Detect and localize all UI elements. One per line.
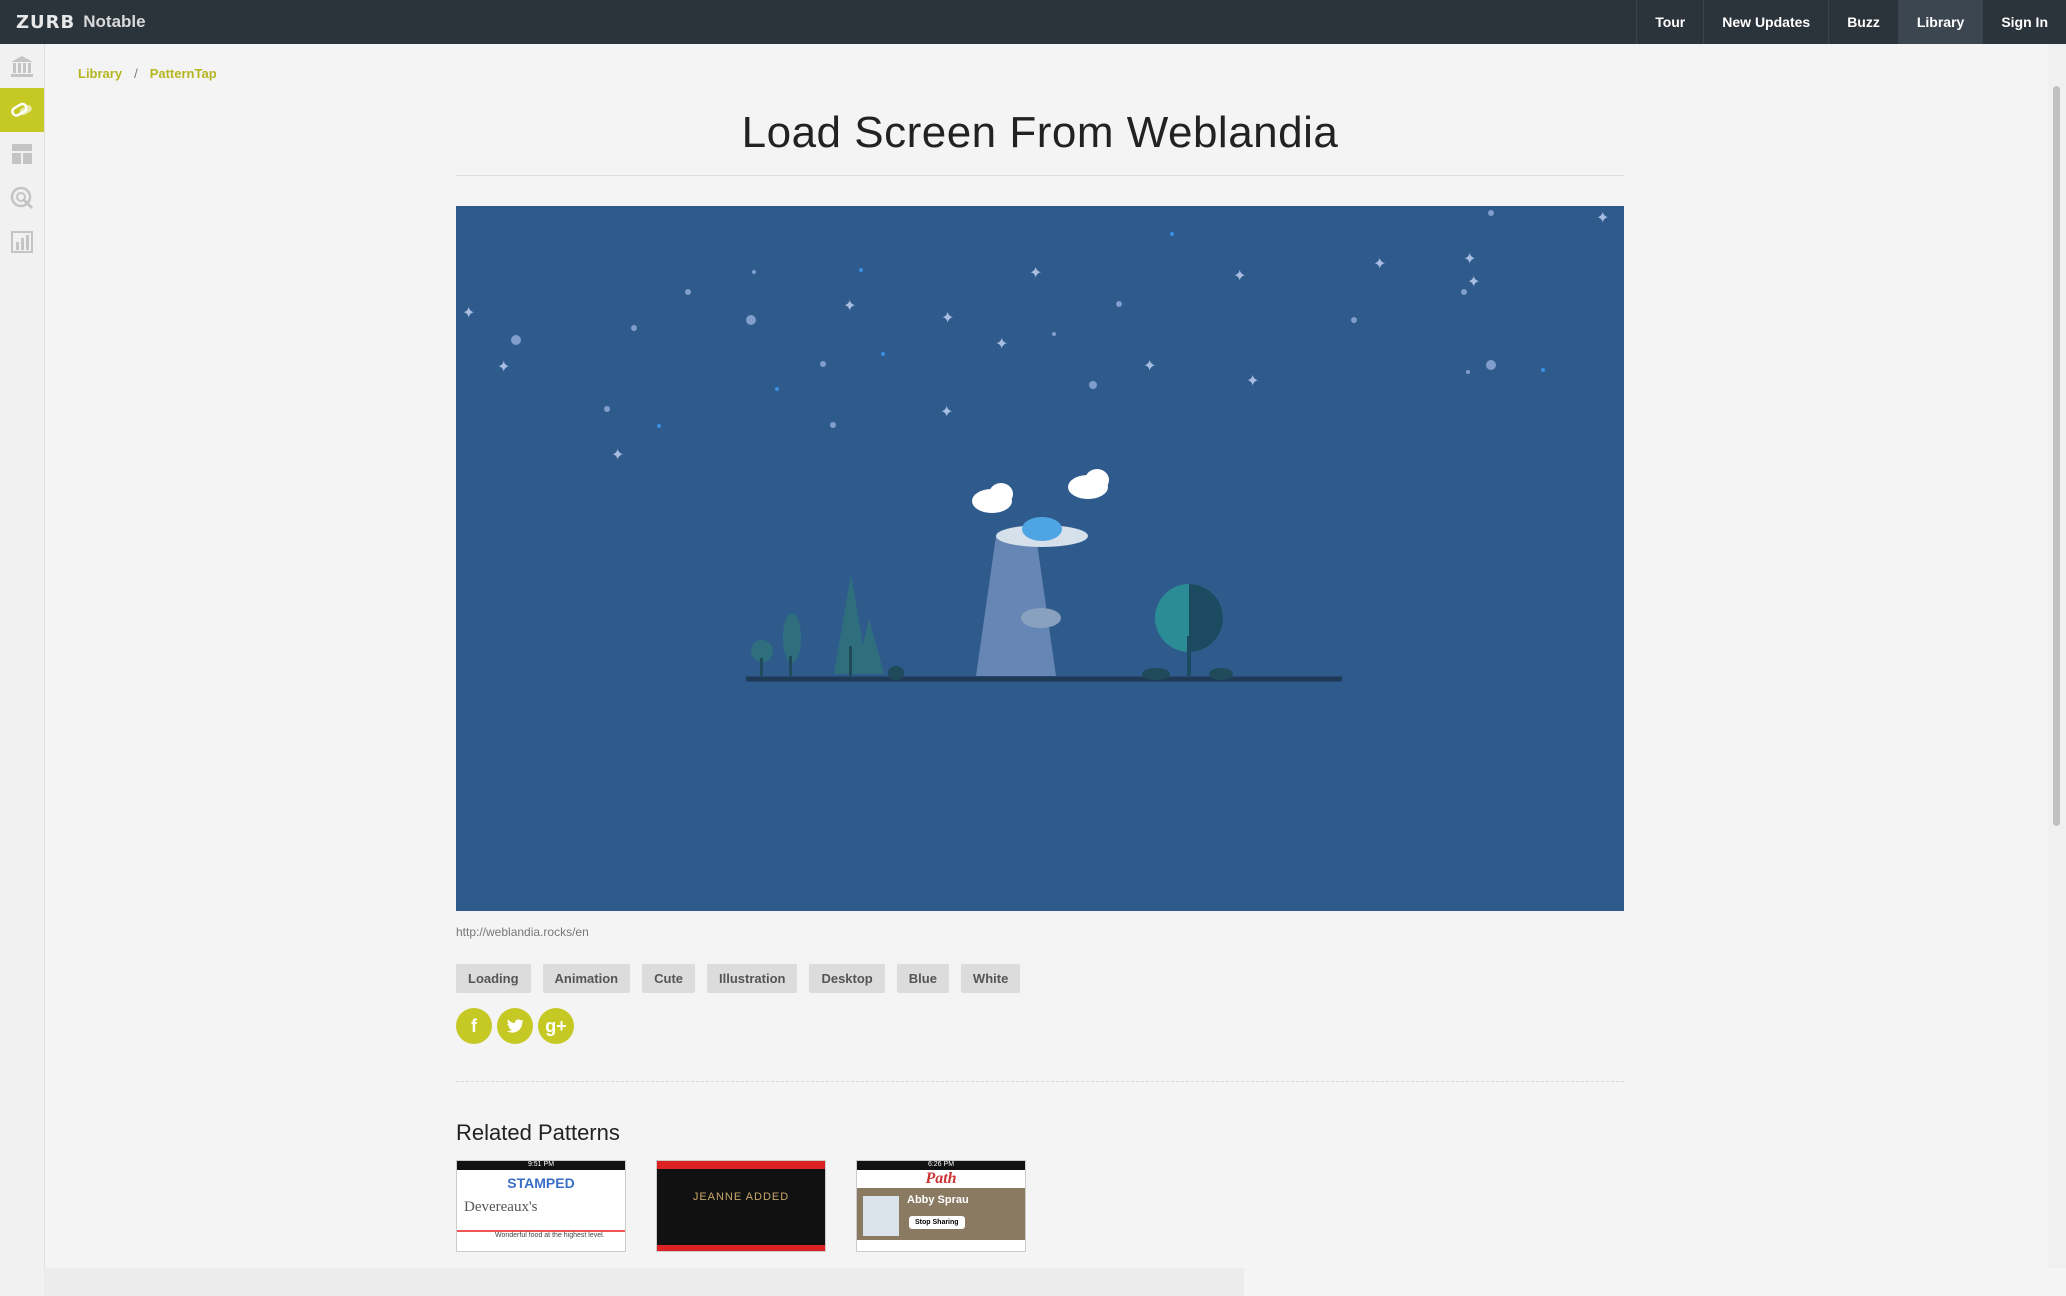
related-pattern-jeanne-added[interactable]: JEANNE ADDED <box>656 1160 826 1252</box>
zurb-logo: ZURB <box>16 11 76 33</box>
related-patterns-heading: Related Patterns <box>456 1120 620 1145</box>
chart-icon <box>11 231 33 253</box>
svg-text:✦: ✦ <box>1246 371 1259 390</box>
spotlight-icon <box>10 186 34 210</box>
red-footer-bar <box>657 1245 825 1251</box>
red-header-bar <box>657 1161 825 1169</box>
title-divider <box>456 175 1624 176</box>
tag-white[interactable]: White <box>960 964 1021 993</box>
svg-text:✦: ✦ <box>462 303 475 322</box>
library-icon <box>11 56 33 77</box>
svg-text:✦: ✦ <box>1596 208 1609 227</box>
stamped-logo: STAMPED <box>507 1175 575 1191</box>
related-pattern-stamped[interactable]: 9:51 PM STAMPED Devereaux's Wonderful fo… <box>456 1160 626 1252</box>
breadcrumb-separator: / <box>134 66 138 81</box>
ufo-illustration: ✦ ✦ ✦ ✦ ✦ ✦ ✦ ✦ ✦ ✦ ✦ ✦ ✦ ✦ ✦ <box>462 208 1609 682</box>
sidebar <box>0 44 45 1296</box>
top-navbar: ZURB Notable Tour New Updates Buzz Libra… <box>0 0 2066 44</box>
artist-name: JEANNE ADDED <box>692 1191 790 1203</box>
nav-new-updates[interactable]: New Updates <box>1703 0 1828 44</box>
avatar <box>863 1196 899 1236</box>
svg-text:✦: ✦ <box>1467 272 1480 291</box>
profile-name: Abby Sprau <box>907 1194 969 1206</box>
svg-text:✦: ✦ <box>1029 263 1042 282</box>
pattern-screenshot[interactable]: ✦ ✦ ✦ ✦ ✦ ✦ ✦ ✦ ✦ ✦ ✦ ✦ ✦ ✦ ✦ <box>456 206 1624 911</box>
tag-illustration[interactable]: Illustration <box>707 964 798 993</box>
source-url[interactable]: http://weblandia.rocks/en <box>456 925 589 939</box>
related-pattern-path[interactable]: 6:26 PM Path Abby Sprau Stop Sharing <box>856 1160 1026 1252</box>
app-name: Notable <box>83 12 146 31</box>
nav-sign-in[interactable]: Sign In <box>1982 0 2066 44</box>
stop-sharing-button: Stop Sharing <box>909 1216 965 1229</box>
sidebar-item-layouts[interactable] <box>0 132 44 176</box>
sidebar-item-spotlight[interactable] <box>0 176 44 220</box>
tag-loading[interactable]: Loading <box>456 964 531 993</box>
svg-text:✦: ✦ <box>940 402 953 421</box>
sidebar-item-patterns[interactable] <box>0 88 44 132</box>
logo[interactable]: ZURB Notable <box>16 9 146 35</box>
scrollbar-thumb[interactable] <box>2053 86 2060 826</box>
twitter-share-button[interactable] <box>497 1008 533 1044</box>
status-bar: 6:26 PM <box>857 1161 1025 1170</box>
google-icon: g+ <box>545 1015 567 1036</box>
svg-text:✦: ✦ <box>1463 249 1476 268</box>
tag-list: Loading Animation Cute Illustration Desk… <box>456 964 1021 993</box>
nav-library[interactable]: Library <box>1897 0 1983 44</box>
restaurant-name: Devereaux's <box>464 1199 538 1215</box>
facebook-share-button[interactable]: f <box>456 1008 492 1044</box>
twitter-icon <box>506 1019 524 1033</box>
sidebar-item-stats[interactable] <box>0 220 44 264</box>
nav-tour[interactable]: Tour <box>1636 0 1703 44</box>
page-footer-strip <box>44 1268 1244 1296</box>
tag-cute[interactable]: Cute <box>642 964 695 993</box>
social-share: f g+ <box>456 1008 574 1044</box>
tag-animation[interactable]: Animation <box>542 964 631 993</box>
svg-text:✦: ✦ <box>843 296 856 315</box>
svg-text:✦: ✦ <box>1233 266 1246 285</box>
svg-text:✦: ✦ <box>611 445 624 464</box>
tag-desktop[interactable]: Desktop <box>809 964 885 993</box>
sidebar-item-library[interactable] <box>0 44 44 88</box>
tag-blue[interactable]: Blue <box>896 964 949 993</box>
pills-icon <box>11 102 32 117</box>
facebook-icon: f <box>471 1015 477 1036</box>
svg-text:✦: ✦ <box>1373 254 1386 273</box>
google-share-button[interactable]: g+ <box>538 1008 574 1044</box>
status-bar: 9:51 PM <box>457 1161 625 1170</box>
related-patterns-list: 9:51 PM STAMPED Devereaux's Wonderful fo… <box>456 1160 1026 1252</box>
breadcrumb-patterntap[interactable]: PatternTap <box>150 66 217 81</box>
layout-icon <box>12 144 32 164</box>
breadcrumb-library[interactable]: Library <box>78 66 122 81</box>
section-divider <box>456 1081 1624 1082</box>
page-title: Load Screen From Weblandia <box>741 108 1339 157</box>
svg-text:✦: ✦ <box>941 308 954 327</box>
breadcrumb: Library / PatternTap <box>78 66 217 81</box>
restaurant-tagline: Wonderful food at the highest level. <box>457 1230 625 1239</box>
svg-text:✦: ✦ <box>995 334 1008 353</box>
svg-text:✦: ✦ <box>497 357 510 376</box>
profile-cover: Abby Sprau Stop Sharing <box>857 1188 1025 1240</box>
path-logo: Path <box>925 1170 957 1187</box>
main-nav: Tour New Updates Buzz Library Sign In <box>1636 0 2066 44</box>
svg-text:✦: ✦ <box>1143 356 1156 375</box>
nav-buzz[interactable]: Buzz <box>1828 0 1898 44</box>
